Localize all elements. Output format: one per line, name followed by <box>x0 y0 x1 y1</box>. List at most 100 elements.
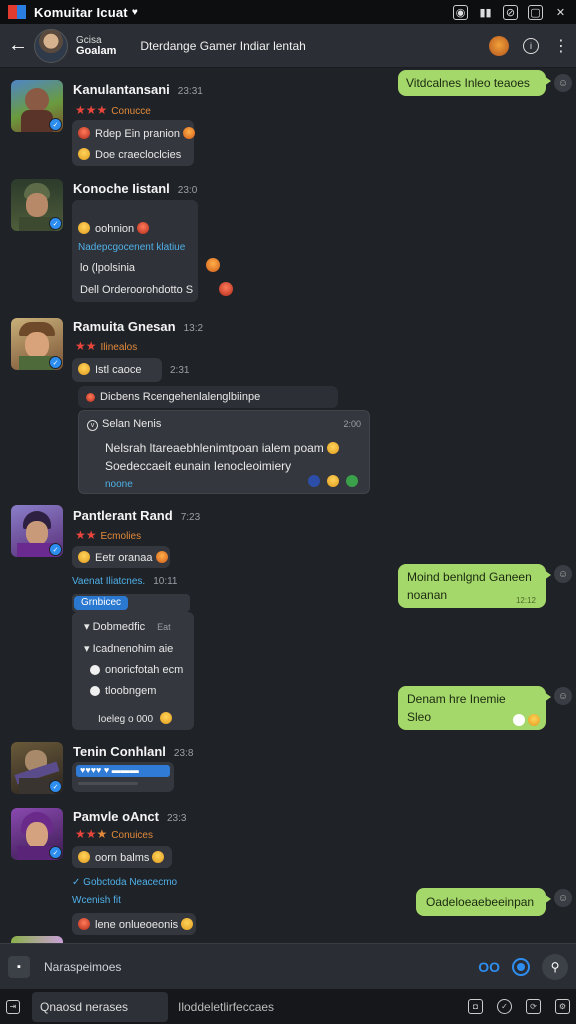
smile-emoji-icon <box>78 363 90 375</box>
message-list[interactable]: ✓ Kanulantansani 23:31 ★★★ Conucce Rdep Ei… <box>0 68 576 943</box>
smile-emoji-icon <box>78 551 90 563</box>
bullet-icon <box>90 665 100 675</box>
record-icon[interactable] <box>512 957 530 976</box>
message-bubble[interactable]: oorn balms <box>72 846 172 868</box>
react-icon[interactable]: ☺ <box>554 74 572 92</box>
status-badge: ♥♥♥♥ ♥ ▬▬▬ <box>76 765 170 777</box>
heart-emoji-icon <box>155 551 168 563</box>
app-logo-icon <box>8 5 26 19</box>
emoji-icon <box>137 222 150 234</box>
message-text: Vitdcalnes Inleo teaoes <box>406 76 530 90</box>
username[interactable]: Pamvle oAnct 23:3 <box>73 809 186 824</box>
reaction-group[interactable] <box>308 475 363 487</box>
link-text[interactable]: noone <box>105 479 133 490</box>
sticker-button[interactable]: OO <box>478 959 500 975</box>
message-bubble[interactable]: ♥♥♥♥ ♥ ▬▬▬ <box>72 762 174 792</box>
message-text: Istl caoce <box>78 363 141 376</box>
message-bubble[interactable]: Eetr oranaa <box>72 546 170 568</box>
search-box[interactable]: Qnaosd nerases <box>32 991 168 1022</box>
reply-bubble[interactable]: v Selan Nenis 2:00 Nelsrah ltareaebhlenim… <box>78 410 370 494</box>
header-name-line1: Gcisa <box>76 34 102 46</box>
username[interactable]: Ramuita Gnesan 13:2 <box>73 319 203 334</box>
link-text[interactable]: Wcenish fit <box>72 895 121 906</box>
timestamp: 13:2 <box>183 323 204 334</box>
message-bubble[interactable]: oohnion Nadepcgocenent klatiue lo (lpols… <box>72 200 198 302</box>
username-text: Pamvle oAnct <box>73 809 159 824</box>
message-text: Eetr oranaa <box>78 551 173 564</box>
avatar[interactable]: ✓ <box>11 179 63 231</box>
outgoing-message[interactable]: Oadeloeaebeeinpan <box>416 888 551 916</box>
refresh-icon[interactable]: ⟳ <box>526 999 541 1014</box>
avatar[interactable]: ✓ <box>11 80 63 132</box>
quoted-header[interactable]: Dicbens Rcengehenlalenglbiinpe <box>78 386 338 408</box>
exit-icon[interactable]: ⇥ <box>6 999 20 1014</box>
capture-icon[interactable]: ◉ <box>453 4 468 20</box>
message-text: Soedeccaeit eunain Ienocleoimiery <box>105 459 292 473</box>
smile-emoji-icon <box>78 851 90 863</box>
emoji-icon <box>346 475 358 487</box>
list-item: onoricfotah ecm <box>90 664 183 676</box>
grid-icon[interactable]: ▮▮ <box>478 5 493 20</box>
avatar[interactable] <box>11 936 63 943</box>
attach-icon[interactable]: ▪ <box>8 955 30 978</box>
message-composer: ▪ Naraspeimoes OO ⚲ <box>0 943 576 989</box>
message-bubble[interactable]: lene onlueoeonis <box>72 913 196 935</box>
pin-icon[interactable]: ⊘ <box>503 4 518 20</box>
check-icon[interactable]: ✓ <box>497 999 512 1014</box>
message-text: Denam hre Inemie <box>407 692 506 706</box>
reaction-group[interactable] <box>513 714 540 726</box>
list-item: tloobngem <box>90 685 156 697</box>
message-bubble[interactable]: Rdep Ein pranion Doe craecloclcies <box>72 120 196 166</box>
link-text[interactable]: Vaenat Iliatcnes. 10:11 <box>72 576 178 587</box>
bottom-bar: ⇥ Qnaosd nerases Iloddeletlirfeccaes ◘ ✓… <box>0 989 576 1024</box>
link-text[interactable]: Nadepcgocenent klatiue <box>78 242 185 253</box>
message-text: Moind benlgnd Ganeen <box>407 570 532 584</box>
emoji-icon <box>78 127 90 139</box>
avatar[interactable]: ✓ <box>11 808 63 860</box>
location-pin-icon[interactable]: ⚲ <box>542 953 568 980</box>
message-text: Doe craecloclcies <box>78 148 181 161</box>
message-input[interactable]: Naraspeimoes <box>44 960 121 974</box>
clock-icon <box>513 714 525 726</box>
avatar[interactable]: ✓ <box>11 742 63 794</box>
timestamp: 23:31 <box>177 86 203 97</box>
rating-stars: ★★ Ilinealos <box>75 339 138 353</box>
message-bubble[interactable]: Istl caoce <box>72 358 162 382</box>
search-input[interactable]: Qnaosd nerases <box>40 1000 128 1014</box>
header-avatar[interactable] <box>34 28 68 63</box>
list-bubble[interactable]: ▾ Dobmedfic Eat ▾ Icadnenohim aie onoricf… <box>72 612 194 730</box>
more-options-icon[interactable]: ⋮ <box>553 36 569 56</box>
back-arrow-icon[interactable]: ← <box>8 34 30 57</box>
emoji-icon <box>327 442 340 454</box>
username[interactable]: Tenin Conhlanl 23:8 <box>73 744 193 759</box>
info-icon[interactable]: i <box>523 37 539 54</box>
settings-icon[interactable]: ⚙ <box>555 999 570 1014</box>
message-text: lene onlueoeonis <box>78 918 198 931</box>
react-icon[interactable]: ☺ <box>554 889 572 907</box>
verified-icon: ✓ <box>49 780 62 793</box>
verified-icon: ✓ <box>49 217 62 230</box>
outgoing-message[interactable]: Denam hre Inemie Sleo <box>398 686 551 730</box>
react-icon[interactable]: ☺ <box>554 687 572 705</box>
avatar[interactable]: ✓ <box>11 318 63 370</box>
reply-pill[interactable]: Grnbicec <box>74 596 128 610</box>
outgoing-message[interactable]: Vitdcalnes Inleo teaoes <box>398 70 551 96</box>
close-icon[interactable]: ✕ <box>553 5 568 20</box>
avatar[interactable]: ✓ <box>11 505 63 557</box>
verified-icon: ✓ <box>49 118 62 131</box>
channel-title: Dterdange Gamer Indiar lentah <box>140 38 306 53</box>
outgoing-message[interactable]: Moind benlgnd Ganeen noanan 12:12 <box>398 564 551 608</box>
maximize-icon[interactable]: ▢ <box>528 4 543 20</box>
rank-label: Ilinealos <box>100 342 138 353</box>
username[interactable]: Konoche Iistanl 23:0 <box>73 181 197 196</box>
header-names: Gcisa Goalam <box>76 35 116 57</box>
camera-icon[interactable]: ◘ <box>468 999 483 1014</box>
username-text: Tenin Conhlanl <box>73 744 166 759</box>
username[interactable]: Kanulantansani 23:31 <box>73 82 203 97</box>
react-icon[interactable]: ☺ <box>554 565 572 583</box>
username[interactable]: Pantlerant Rand 7:23 <box>73 508 200 523</box>
link-text[interactable]: ✓ Gobctoda Neacecmo <box>72 877 177 888</box>
emoji-icon <box>78 918 90 930</box>
emoji-icon <box>181 918 194 930</box>
emoji-icon[interactable] <box>489 35 509 56</box>
